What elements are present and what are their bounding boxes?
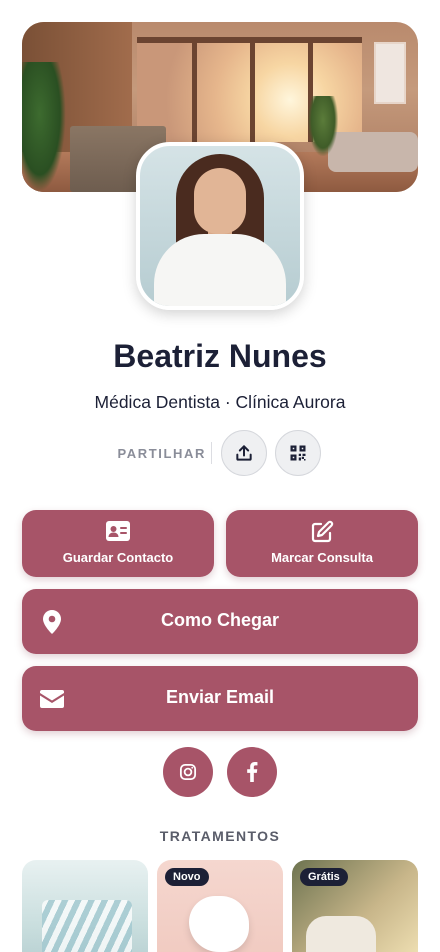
send-email-label: Enviar Email: [165, 687, 275, 707]
instagram-button[interactable]: [163, 747, 213, 797]
treatment-card[interactable]: Grátis: [292, 860, 418, 952]
share-label: PARTILHAR: [117, 446, 206, 461]
contact-card-icon: [106, 521, 130, 541]
profile-subtitle: Médica Dentista · Clínica Aurora: [94, 392, 346, 412]
profile-avatar: [136, 142, 304, 310]
qr-code-icon: [290, 445, 306, 461]
treatment-badge-new: Novo: [165, 868, 209, 886]
share-qr-button[interactable]: [275, 430, 321, 476]
directions-button[interactable]: Como Chegar: [22, 589, 418, 654]
treatment-card[interactable]: Novo: [157, 860, 283, 952]
instagram-icon: [179, 763, 197, 781]
send-email-button[interactable]: Enviar Email: [22, 666, 418, 731]
save-contact-button[interactable]: Guardar Contacto: [22, 510, 214, 577]
treatment-card[interactable]: [22, 860, 148, 952]
directions-label: Como Chegar: [160, 610, 279, 630]
share-row: PARTILHAR: [0, 430, 440, 476]
save-contact-label: Guardar Contacto: [62, 550, 174, 565]
share-divider: [211, 442, 212, 464]
book-appointment-button[interactable]: Marcar Consulta: [226, 510, 418, 577]
share-upload-button[interactable]: [221, 430, 267, 476]
book-appointment-label: Marcar Consulta: [271, 550, 373, 565]
facebook-icon: [247, 762, 258, 782]
upload-icon: [236, 445, 252, 461]
treatment-badge-free: Grátis: [300, 868, 348, 886]
treatments-title: TRATAMENTOS: [159, 828, 281, 844]
profile-name: Beatriz Nunes: [113, 338, 327, 374]
facebook-button[interactable]: [227, 747, 277, 797]
edit-icon: [311, 520, 334, 543]
